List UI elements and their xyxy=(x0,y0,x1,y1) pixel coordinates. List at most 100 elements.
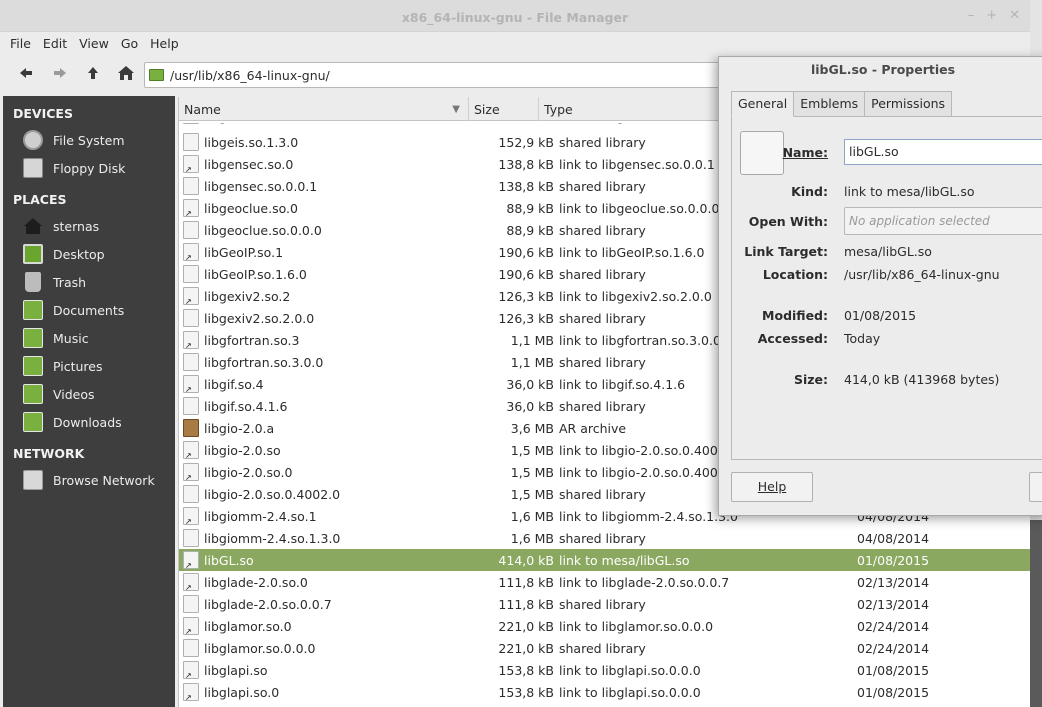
column-name-label: Name xyxy=(184,102,221,117)
floppy-icon xyxy=(23,158,43,178)
trash-icon xyxy=(25,272,41,292)
up-arrow-icon[interactable] xyxy=(84,65,102,83)
location-value: /usr/lib/x86_64-linux-gnu xyxy=(844,267,1000,282)
file-size: 36,0 kB xyxy=(506,376,554,392)
file-icon xyxy=(183,309,199,327)
file-name: libgeoclue.so.0 xyxy=(204,200,298,216)
file-date: 01/08/2015 xyxy=(857,684,930,700)
window-controls: – + ✕ xyxy=(968,8,1020,23)
location-label: Location: xyxy=(762,267,828,282)
sidebar-item-file-system[interactable]: File System xyxy=(3,126,175,154)
close-button[interactable] xyxy=(1029,472,1042,502)
modified-value: 01/08/2015 xyxy=(844,308,917,323)
location-bar[interactable]: /usr/lib/x86_64-linux-gnu/ xyxy=(144,62,724,88)
tab-permissions[interactable]: Permissions xyxy=(864,91,953,117)
sidebar-item-pictures[interactable]: Pictures xyxy=(3,352,175,380)
menu-edit[interactable]: Edit xyxy=(37,36,73,51)
sidebar-item-downloads[interactable]: Downloads xyxy=(3,408,175,436)
sidebar-item-browse-network[interactable]: Browse Network xyxy=(3,466,175,494)
pictures-folder-icon xyxy=(23,356,43,376)
column-header-size[interactable]: Size xyxy=(469,97,539,121)
file-row[interactable]: libGL.so 414,0 kB link to mesa/libGL.so 01/… xyxy=(179,549,1030,571)
symlink-file-icon xyxy=(183,573,199,592)
drive-icon xyxy=(23,130,43,150)
symlink-file-icon xyxy=(183,551,199,570)
column-header-type[interactable]: Type xyxy=(539,97,739,121)
network-icon xyxy=(23,470,43,490)
close-icon[interactable]: ✕ xyxy=(1009,8,1020,23)
file-size: 138,8 kB xyxy=(498,156,554,172)
minimize-icon[interactable]: – xyxy=(968,8,975,23)
sidebar-item-label: Pictures xyxy=(53,358,103,374)
file-name: libgio-2.0.so xyxy=(204,442,281,458)
file-size: 1,5 MB xyxy=(510,464,554,480)
file-icon xyxy=(183,177,199,195)
file-row[interactable]: libglamor.so.0 221,0 kB link to libglamor.… xyxy=(179,615,1030,637)
file-icon xyxy=(183,595,199,613)
back-arrow-icon[interactable] xyxy=(17,65,35,83)
file-name: libgfortran.so.3 xyxy=(204,332,300,348)
file-row[interactable]: libglamor.so.0.0.0 221,0 kB shared library… xyxy=(179,637,1030,659)
open-with-select[interactable]: No application selected xyxy=(844,207,1042,235)
file-name: libgeis.so.1.3.0 xyxy=(204,134,299,150)
file-size: 1,6 MB xyxy=(510,530,554,546)
file-name: libglamor.so.0.0.0 xyxy=(204,640,316,656)
forward-arrow-icon[interactable] xyxy=(51,65,69,83)
menu-go[interactable]: Go xyxy=(115,36,144,51)
symlink-file-icon xyxy=(183,617,199,636)
sidebar-item-documents[interactable]: Documents xyxy=(3,296,175,324)
sidebar-item-label: Trash xyxy=(53,274,87,290)
file-name: libgeoclue.so.0.0.0 xyxy=(204,222,322,238)
menu-help[interactable]: Help xyxy=(144,36,185,51)
help-button[interactable]: Help xyxy=(731,472,813,502)
dialog-title: libGL.so - Properties xyxy=(810,62,956,77)
file-size: 88,9 kB xyxy=(506,200,554,216)
file-size: 190,6 kB xyxy=(498,266,554,282)
name-field[interactable]: libGL.so xyxy=(844,139,1042,165)
menubar: File Edit View Go Help xyxy=(0,32,1030,54)
file-name: libgiomm-2.4.so.1.3.0 xyxy=(204,530,341,546)
file-size: 153,8 kB xyxy=(498,662,554,678)
file-row[interactable]: libglapi.so.0 153,8 kB link to libglapi.so… xyxy=(179,681,1030,703)
tab-general[interactable]: General xyxy=(731,91,795,117)
file-name: libgfortran.so.3.0.0 xyxy=(204,354,324,370)
file-name: libgensec.so.0 xyxy=(204,156,294,172)
file-row[interactable]: libglade-2.0.so.0.0.7 111,8 kB shared libr… xyxy=(179,593,1030,615)
home-icon[interactable] xyxy=(117,65,135,83)
file-size: 1,1 MB xyxy=(510,354,554,370)
sidebar-item-trash[interactable]: Trash xyxy=(3,268,175,296)
file-row[interactable]: libglade-2.0.so.0 111,8 kB link to libglad… xyxy=(179,571,1030,593)
file-type: link to mesa/libGL.so xyxy=(559,552,690,568)
sidebar-item-desktop[interactable]: Desktop xyxy=(3,240,175,268)
tab-emblems[interactable]: Emblems xyxy=(793,91,866,117)
file-date: 01/08/2015 xyxy=(857,552,930,568)
file-size: 36,0 kB xyxy=(506,398,554,414)
file-type: shared library xyxy=(559,530,646,546)
sidebar-item-videos[interactable]: Videos xyxy=(3,380,175,408)
sidebar-item-home[interactable]: sternas xyxy=(3,212,175,240)
file-size: 111,8 kB xyxy=(498,596,554,612)
sidebar-item-floppy-disk[interactable]: Floppy Disk xyxy=(3,154,175,182)
file-name: libgif.so.4 xyxy=(204,376,264,392)
menu-view[interactable]: View xyxy=(73,36,115,51)
file-name: libgio-2.0.so.0.4002.0 xyxy=(204,486,341,502)
file-icon xyxy=(183,221,199,239)
file-row[interactable]: libgiomm-2.4.so.1.3.0 1,6 MB shared librar… xyxy=(179,527,1030,549)
downloads-folder-icon xyxy=(23,412,43,432)
symlink-file-icon xyxy=(183,441,199,460)
sidebar-item-label: Music xyxy=(53,330,89,346)
sidebar-item-music[interactable]: Music xyxy=(3,324,175,352)
file-row[interactable]: libglapi.so 153,8 kB link to libglapi.so.0… xyxy=(179,659,1030,681)
menu-file[interactable]: File xyxy=(4,36,37,51)
file-icon xyxy=(183,529,199,547)
file-name: libgio-2.0.so.0 xyxy=(204,464,293,480)
kind-value: link to mesa/libGL.so xyxy=(844,184,975,199)
column-header-name[interactable]: Name ▼ xyxy=(179,97,469,121)
file-name: libGL.so xyxy=(204,552,254,568)
file-name: libglamor.so.0 xyxy=(204,618,292,634)
sidebar-item-label: File System xyxy=(53,132,125,148)
maximize-icon[interactable]: + xyxy=(986,8,997,23)
file-size: 138,8 kB xyxy=(498,178,554,194)
file-size: 152,9 kB xyxy=(469,123,559,124)
file-name: libGeoIP.so.1.6.0 xyxy=(204,266,307,282)
